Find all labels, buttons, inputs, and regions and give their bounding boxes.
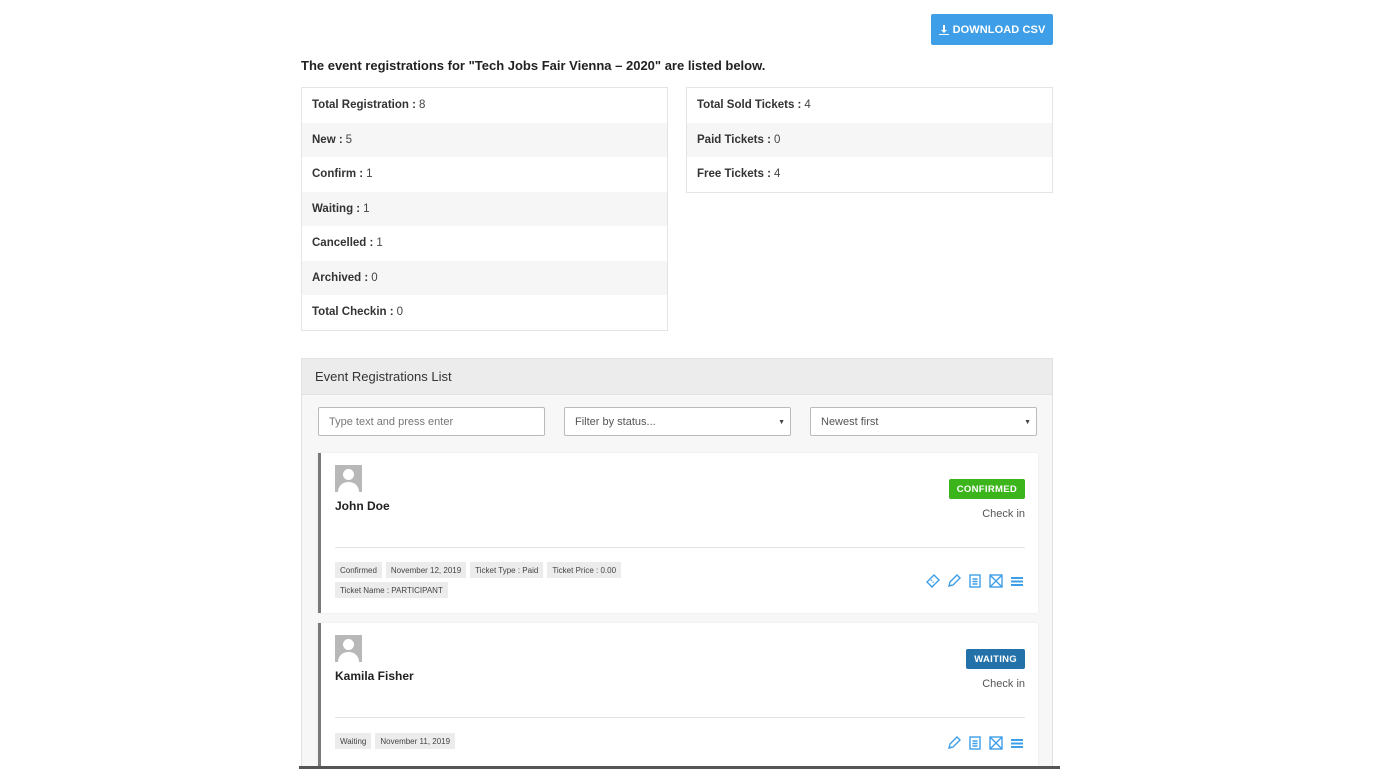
document-icon[interactable] bbox=[967, 573, 982, 588]
download-csv-button[interactable]: DOWNLOAD CSV bbox=[931, 14, 1053, 45]
stat-waiting: Waiting :1 bbox=[302, 191, 667, 226]
panel-title: Event Registrations List bbox=[302, 359, 1052, 395]
divider bbox=[335, 547, 1025, 548]
tag-ticket-type: Ticket Type : Paid bbox=[470, 562, 544, 578]
stat-confirm: Confirm :1 bbox=[312, 168, 373, 181]
registration-card: John Doe CONFIRMED Check in Confirmed No… bbox=[318, 453, 1038, 613]
mail-icon[interactable] bbox=[988, 573, 1003, 588]
registrations-panel: Event Registrations List Filter by statu… bbox=[301, 358, 1053, 769]
status-filter-value: Filter by status... bbox=[575, 415, 656, 428]
search-input[interactable] bbox=[318, 407, 545, 436]
registration-tags: Confirmed November 12, 2019 Ticket Type … bbox=[335, 562, 655, 598]
stat-paid-tickets: Paid Tickets :0 bbox=[687, 122, 1052, 157]
check-in-link[interactable]: Check in bbox=[982, 508, 1025, 520]
page-intro: The event registrations for "Tech Jobs F… bbox=[301, 58, 766, 73]
filters-bar: Filter by status... ▼ Newest first ▼ bbox=[318, 407, 1038, 436]
stat-archived: Archived :0 bbox=[302, 260, 667, 295]
download-icon bbox=[938, 24, 949, 35]
stat-new: New :5 bbox=[302, 122, 667, 157]
tag-ticket-name: Ticket Name : PARTICIPANT bbox=[335, 582, 448, 598]
menu-icon[interactable] bbox=[1009, 735, 1024, 750]
dropdown-arrow-icon: ▼ bbox=[1024, 419, 1031, 426]
sort-select[interactable]: Newest first ▼ bbox=[810, 407, 1037, 436]
dropdown-arrow-icon: ▼ bbox=[778, 419, 785, 426]
tag-date: November 12, 2019 bbox=[385, 562, 467, 578]
check-in-link[interactable]: Check in bbox=[982, 678, 1025, 690]
download-csv-label: DOWNLOAD CSV bbox=[952, 23, 1046, 36]
ticket-icon[interactable] bbox=[925, 573, 940, 588]
tag-date: November 11, 2019 bbox=[375, 733, 456, 749]
avatar bbox=[335, 465, 362, 492]
ticket-stats: Total Sold Tickets :4 Paid Tickets :0 Fr… bbox=[686, 87, 1053, 193]
sort-value: Newest first bbox=[821, 415, 879, 428]
avatar bbox=[335, 635, 362, 662]
stat-total-checkin: Total Checkin :0 bbox=[312, 306, 403, 319]
registration-stats: Total Registration :8 New :5 Confirm :1 … bbox=[301, 87, 668, 331]
edit-icon[interactable] bbox=[946, 735, 961, 750]
tag-ticket-price: Ticket Price : 0.00 bbox=[547, 562, 622, 578]
stat-free-tickets: Free Tickets :4 bbox=[697, 168, 781, 181]
registration-actions bbox=[925, 573, 1024, 588]
stat-total-sold-tickets: Total Sold Tickets :4 bbox=[697, 99, 811, 112]
status-badge: WAITING bbox=[966, 649, 1025, 669]
stat-total-registration: Total Registration :8 bbox=[312, 99, 426, 112]
registrant-name: John Doe bbox=[335, 499, 390, 513]
registration-card: Kamila Fisher WAITING Check in Waiting N… bbox=[318, 623, 1038, 769]
menu-icon[interactable] bbox=[1009, 573, 1024, 588]
registrant-name: Kamila Fisher bbox=[335, 669, 414, 683]
edit-icon[interactable] bbox=[946, 573, 961, 588]
status-filter-select[interactable]: Filter by status... ▼ bbox=[564, 407, 791, 436]
tag-status: Waiting bbox=[335, 733, 372, 749]
registration-actions bbox=[946, 735, 1024, 750]
divider bbox=[335, 717, 1025, 718]
registration-tags: Waiting November 11, 2019 bbox=[335, 733, 655, 749]
status-badge: CONFIRMED bbox=[948, 479, 1025, 499]
stat-cancelled: Cancelled :1 bbox=[312, 237, 383, 250]
tag-status: Confirmed bbox=[335, 562, 382, 578]
mail-icon[interactable] bbox=[988, 735, 1003, 750]
document-icon[interactable] bbox=[967, 735, 982, 750]
